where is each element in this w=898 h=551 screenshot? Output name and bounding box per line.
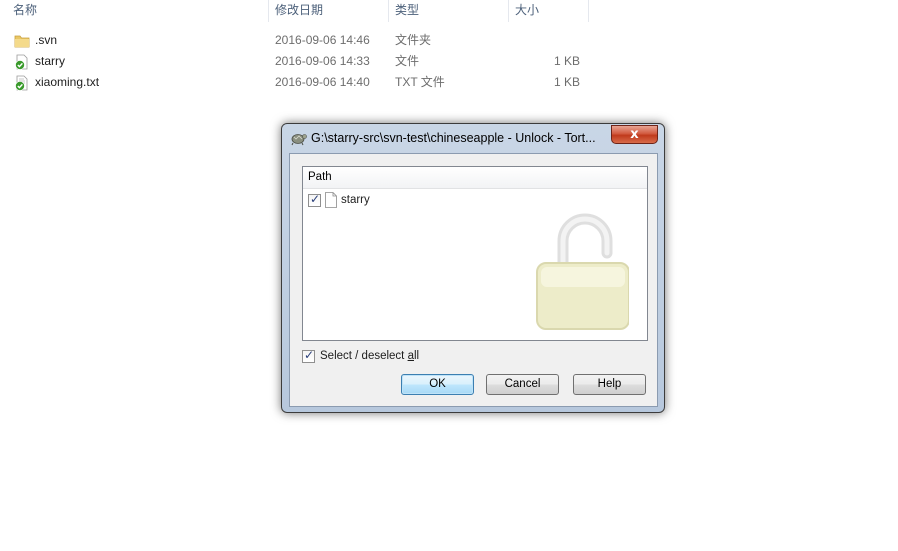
path-column-header[interactable]: Path xyxy=(303,167,647,189)
svn-normal-file-icon xyxy=(15,75,28,91)
tortoisesvn-icon xyxy=(291,134,307,146)
svn-normal-file-icon xyxy=(15,54,28,70)
select-all-checkbox-row[interactable]: ✓ Select / deselect all xyxy=(302,348,502,365)
file-date: 2016-09-06 14:40 xyxy=(275,75,370,89)
file-row-xiaoming[interactable]: xiaoming.txt 2016-09-06 14:40 TXT 文件 1 K… xyxy=(0,72,600,93)
dialog-title: G:\starry-src\svn-test\chineseapple - Un… xyxy=(311,131,596,145)
dialog-title-bar[interactable]: G:\starry-src\svn-test\chineseapple - Un… xyxy=(282,124,664,152)
path-list-item[interactable]: ✓ starry xyxy=(305,192,505,209)
column-header-name[interactable]: 名称 xyxy=(7,0,269,22)
file-name: starry xyxy=(35,54,65,68)
file-size: 1 KB xyxy=(553,75,580,89)
file-icon xyxy=(325,192,337,208)
select-all-label-prefix: Select / deselect xyxy=(320,350,408,362)
ok-button[interactable]: OK xyxy=(401,374,474,395)
column-header-date[interactable]: 修改日期 xyxy=(269,0,389,22)
file-name: xiaoming.txt xyxy=(35,75,100,89)
file-size: 1 KB xyxy=(553,54,580,68)
path-item-checkbox[interactable]: ✓ xyxy=(308,192,321,207)
checkmark-icon: ✓ xyxy=(304,348,315,362)
file-type: 文件 xyxy=(395,54,420,68)
column-header-row: 名称 修改日期 类型 大小 xyxy=(0,0,898,22)
path-list[interactable]: Path ✓ starry xyxy=(302,166,648,341)
file-name: .svn xyxy=(35,33,58,47)
unlocked-padlock-icon xyxy=(536,213,629,330)
file-row-svn[interactable]: .svn 2016-09-06 14:46 文件夹 xyxy=(0,30,600,51)
file-row-starry[interactable]: starry 2016-09-06 14:33 文件 1 KB xyxy=(0,51,600,72)
close-button[interactable]: x xyxy=(611,125,658,144)
dialog-client-area: Path ✓ starry ✓ Select / deselect all OK… xyxy=(289,153,658,407)
select-all-checkbox[interactable]: ✓ xyxy=(302,348,315,363)
file-type: TXT 文件 xyxy=(395,75,445,89)
path-column-label: Path xyxy=(308,171,332,183)
path-item-label: starry xyxy=(341,194,370,206)
checkmark-icon: ✓ xyxy=(310,192,321,206)
column-header-size[interactable]: 大小 xyxy=(509,0,589,22)
close-icon: x xyxy=(630,127,639,142)
file-date: 2016-09-06 14:46 xyxy=(275,33,370,47)
file-date: 2016-09-06 14:33 xyxy=(275,54,370,68)
folder-icon xyxy=(14,35,30,48)
select-all-label: Select / deselect all xyxy=(320,350,419,362)
unlock-dialog: G:\starry-src\svn-test\chineseapple - Un… xyxy=(281,123,665,413)
file-type: 文件夹 xyxy=(395,33,432,47)
help-button[interactable]: Help xyxy=(573,374,646,395)
cancel-button[interactable]: Cancel xyxy=(486,374,559,395)
column-header-type[interactable]: 类型 xyxy=(389,0,509,22)
select-all-label-suffix: ll xyxy=(413,350,420,362)
